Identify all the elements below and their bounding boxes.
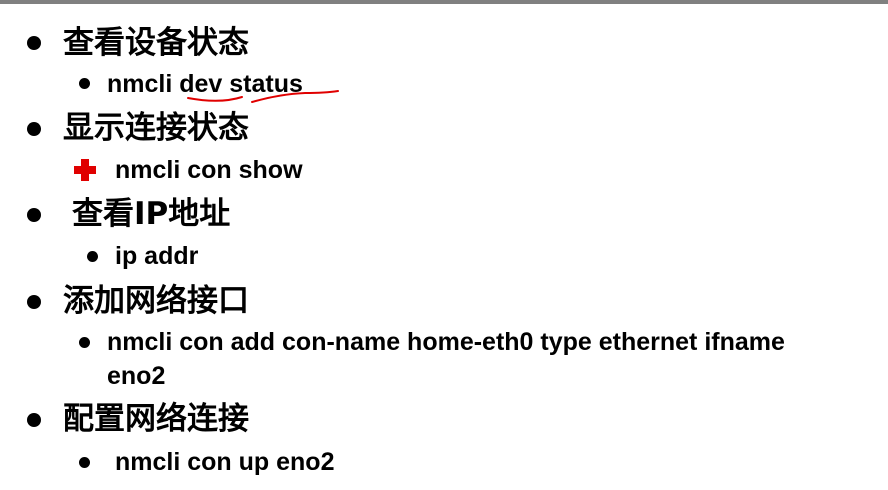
sub-bullet-icon [79, 337, 90, 348]
heading-device-status: 查看设备状态 [63, 25, 249, 61]
command-con-add-continued: eno2 [107, 362, 166, 390]
sub-bullet-icon [87, 251, 98, 262]
heading-connection-status: 显示连接状态 [63, 110, 249, 146]
red-underline-annotation-icon [187, 90, 339, 103]
command-con-up: nmcli con up eno2 [115, 448, 335, 476]
bullet-icon [27, 208, 41, 222]
heading-configure-connection: 配置网络连接 [63, 401, 249, 437]
bullet-icon [27, 295, 41, 309]
bullet-icon [27, 122, 41, 136]
top-divider [0, 0, 888, 4]
bullet-icon [27, 36, 41, 50]
sub-bullet-icon [79, 457, 90, 468]
red-cross-icon [74, 159, 96, 181]
command-con-add: nmcli con add con-name home-eth0 type et… [107, 328, 785, 356]
sub-bullet-icon [79, 78, 90, 89]
heading-ip-address: 查看IP地址 [72, 196, 231, 232]
bullet-icon [27, 413, 41, 427]
command-ip-addr: ip addr [115, 242, 199, 270]
heading-add-interface: 添加网络接口 [63, 283, 249, 319]
command-con-show: nmcli con show [115, 156, 303, 184]
